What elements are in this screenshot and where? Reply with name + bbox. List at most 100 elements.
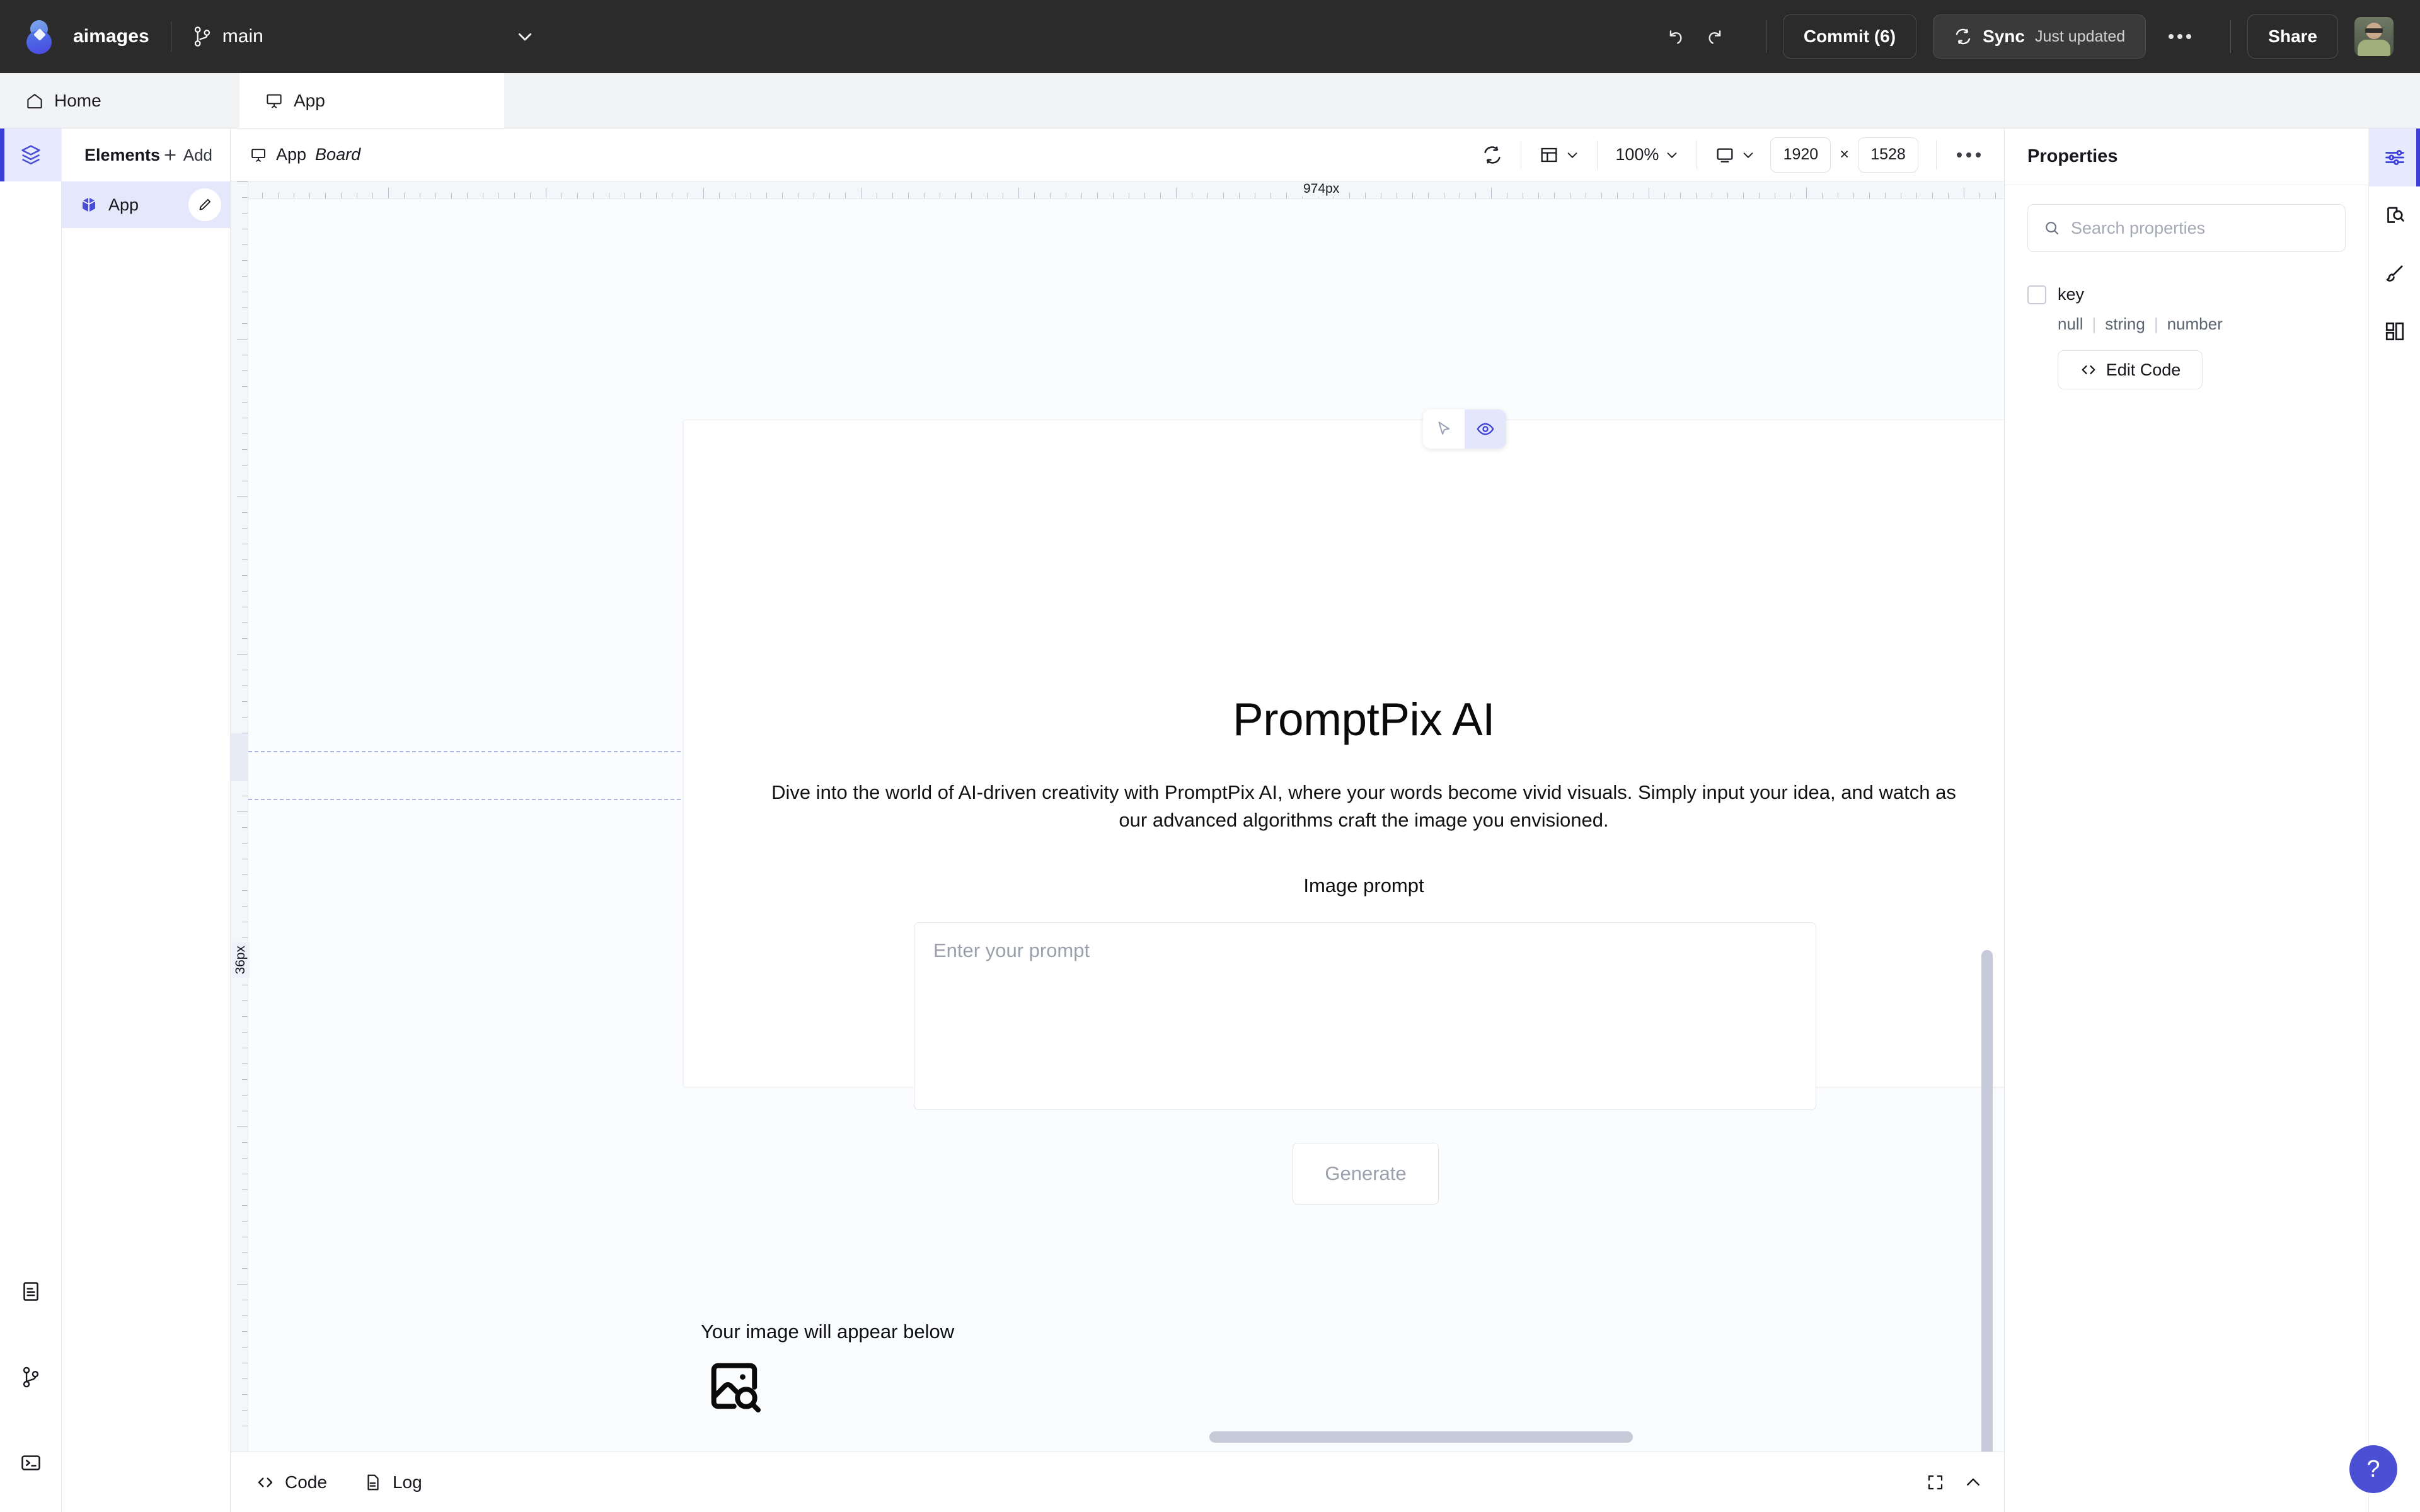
- sync-button[interactable]: Sync Just updated: [1933, 14, 2146, 59]
- ruler-tick: [1428, 193, 1429, 198]
- code-button[interactable]: Code: [256, 1472, 327, 1492]
- ruler-tick: [1097, 193, 1098, 198]
- ruler-tick: [237, 654, 248, 655]
- ruler-tick: [242, 1221, 248, 1222]
- ruler-tick: [719, 193, 720, 198]
- avatar[interactable]: [2354, 17, 2394, 56]
- ruler-tick: [242, 890, 248, 891]
- ruler-tick: [242, 906, 248, 907]
- ruler-tick: [955, 193, 956, 198]
- edit-code-button[interactable]: Edit Code: [2058, 350, 2203, 389]
- properties-tab-settings[interactable]: [2368, 129, 2420, 186]
- eye-icon: [1477, 423, 1494, 435]
- rail-item-layers[interactable]: [0, 129, 62, 181]
- ruler-tick: [237, 496, 248, 497]
- chevron-up-icon: [1967, 1478, 1979, 1486]
- ruler-tick: [1018, 188, 1019, 198]
- ruler-tick: [845, 193, 846, 198]
- vertical-scrollbar[interactable]: [1981, 950, 1993, 1452]
- type-option-string[interactable]: string: [2105, 314, 2145, 334]
- log-button[interactable]: Log: [364, 1472, 422, 1492]
- ruler-tick: [924, 193, 925, 198]
- divider: [1597, 140, 1598, 169]
- home-icon: [27, 93, 42, 108]
- ruler-tick: [1633, 193, 1634, 198]
- properties-tab-layout[interactable]: [2369, 302, 2420, 360]
- element-row-app[interactable]: App: [62, 181, 230, 228]
- sync-status: Just updated: [2035, 27, 2126, 45]
- canvas-width-input[interactable]: 1920: [1770, 137, 1831, 173]
- ruler-tick: [1617, 193, 1618, 198]
- search-icon: [2046, 222, 2059, 235]
- ruler-tick: [467, 193, 468, 198]
- application-window: aimages main Commit (6) Sync Just update…: [0, 0, 2420, 1512]
- ruler-tick: [829, 193, 830, 198]
- prompt-input[interactable]: Enter your prompt: [914, 922, 1816, 1110]
- canvas-toolbar: App Board 100% 1920 × 1528: [231, 129, 2004, 181]
- rail-item-terminal[interactable]: [0, 1436, 62, 1489]
- ruler-tick: [1853, 193, 1854, 198]
- edit-element-button[interactable]: [188, 188, 221, 221]
- properties-tab-style[interactable]: [2369, 244, 2420, 302]
- elements-header: Elements Add: [62, 129, 230, 181]
- tab-home[interactable]: Home: [0, 73, 239, 128]
- preview-tool-button[interactable]: [1465, 410, 1506, 449]
- ruler-tick: [1412, 193, 1413, 198]
- project-name[interactable]: aimages: [73, 26, 149, 47]
- bottom-bar: Code Log: [231, 1452, 2004, 1512]
- fullscreen-button[interactable]: [1926, 1473, 1945, 1492]
- search-properties-field[interactable]: Search properties: [2027, 204, 2346, 252]
- ruler-tick: [1286, 193, 1287, 198]
- canvas-height-input[interactable]: 1528: [1858, 137, 1918, 173]
- ruler-tick: [892, 193, 893, 198]
- property-key-row: key: [2027, 285, 2346, 304]
- canvas-more-button[interactable]: [1954, 152, 1983, 158]
- collapse-panel-button[interactable]: [1964, 1473, 1983, 1492]
- canvas-viewport[interactable]: 974px 36px PromptPix AI Dive into the wo…: [231, 181, 2004, 1452]
- ruler-tick: [242, 1000, 248, 1001]
- cube-icon: [82, 197, 96, 212]
- ruler-tick: [237, 1126, 248, 1127]
- commit-button[interactable]: Commit (6): [1782, 14, 1917, 59]
- branch-selector[interactable]: main: [193, 26, 263, 47]
- vertical-ruler-label: 36px: [232, 942, 250, 978]
- type-option-null[interactable]: null: [2058, 314, 2083, 334]
- board-label: App Board: [250, 145, 360, 164]
- ruler-tick: [1790, 193, 1791, 198]
- ruler-tick: [242, 260, 248, 261]
- property-key-checkbox[interactable]: [2027, 285, 2046, 304]
- chevron-down-icon: [1567, 152, 1577, 158]
- select-tool-button[interactable]: [1423, 410, 1465, 449]
- chevron-down-icon[interactable]: [516, 27, 534, 46]
- result-label: Your image will appear below: [701, 1320, 955, 1343]
- device-selector[interactable]: [1715, 145, 1755, 165]
- zoom-selector[interactable]: 100%: [1615, 145, 1679, 164]
- properties-tab-inspect[interactable]: [2369, 186, 2420, 244]
- properties-header: Properties: [2005, 129, 2368, 185]
- share-button[interactable]: Share: [2247, 14, 2338, 59]
- code-icon: [258, 1477, 273, 1487]
- refresh-button[interactable]: [1482, 144, 1503, 166]
- horizontal-scrollbar[interactable]: [1209, 1431, 1633, 1443]
- ruler-tick: [1491, 188, 1492, 198]
- add-element-button[interactable]: Add: [162, 146, 212, 165]
- rail-item-git[interactable]: [0, 1351, 62, 1404]
- rail-item-document[interactable]: [0, 1265, 62, 1318]
- ruler-tick: [1554, 193, 1555, 198]
- tab-bar: Home App: [0, 73, 2420, 129]
- type-option-number[interactable]: number: [2167, 314, 2223, 334]
- tab-app[interactable]: App: [239, 73, 504, 128]
- ruler-tick: [1916, 193, 1917, 198]
- tab-home-label: Home: [54, 90, 101, 110]
- divider: [2230, 20, 2232, 53]
- git-branch-icon: [23, 1366, 38, 1388]
- help-button[interactable]: ?: [2349, 1445, 2397, 1493]
- undo-button[interactable]: [1657, 19, 1693, 54]
- top-more-button[interactable]: [2160, 16, 2200, 57]
- canvas-stage[interactable]: PromptPix AI Dive into the world of AI-d…: [248, 199, 2004, 1452]
- generate-button[interactable]: Generate: [1293, 1143, 1439, 1205]
- ruler-tick: [242, 1205, 248, 1206]
- layout-selector[interactable]: [1539, 145, 1579, 165]
- redo-button[interactable]: [1698, 19, 1733, 54]
- ruler-tick: [242, 622, 248, 623]
